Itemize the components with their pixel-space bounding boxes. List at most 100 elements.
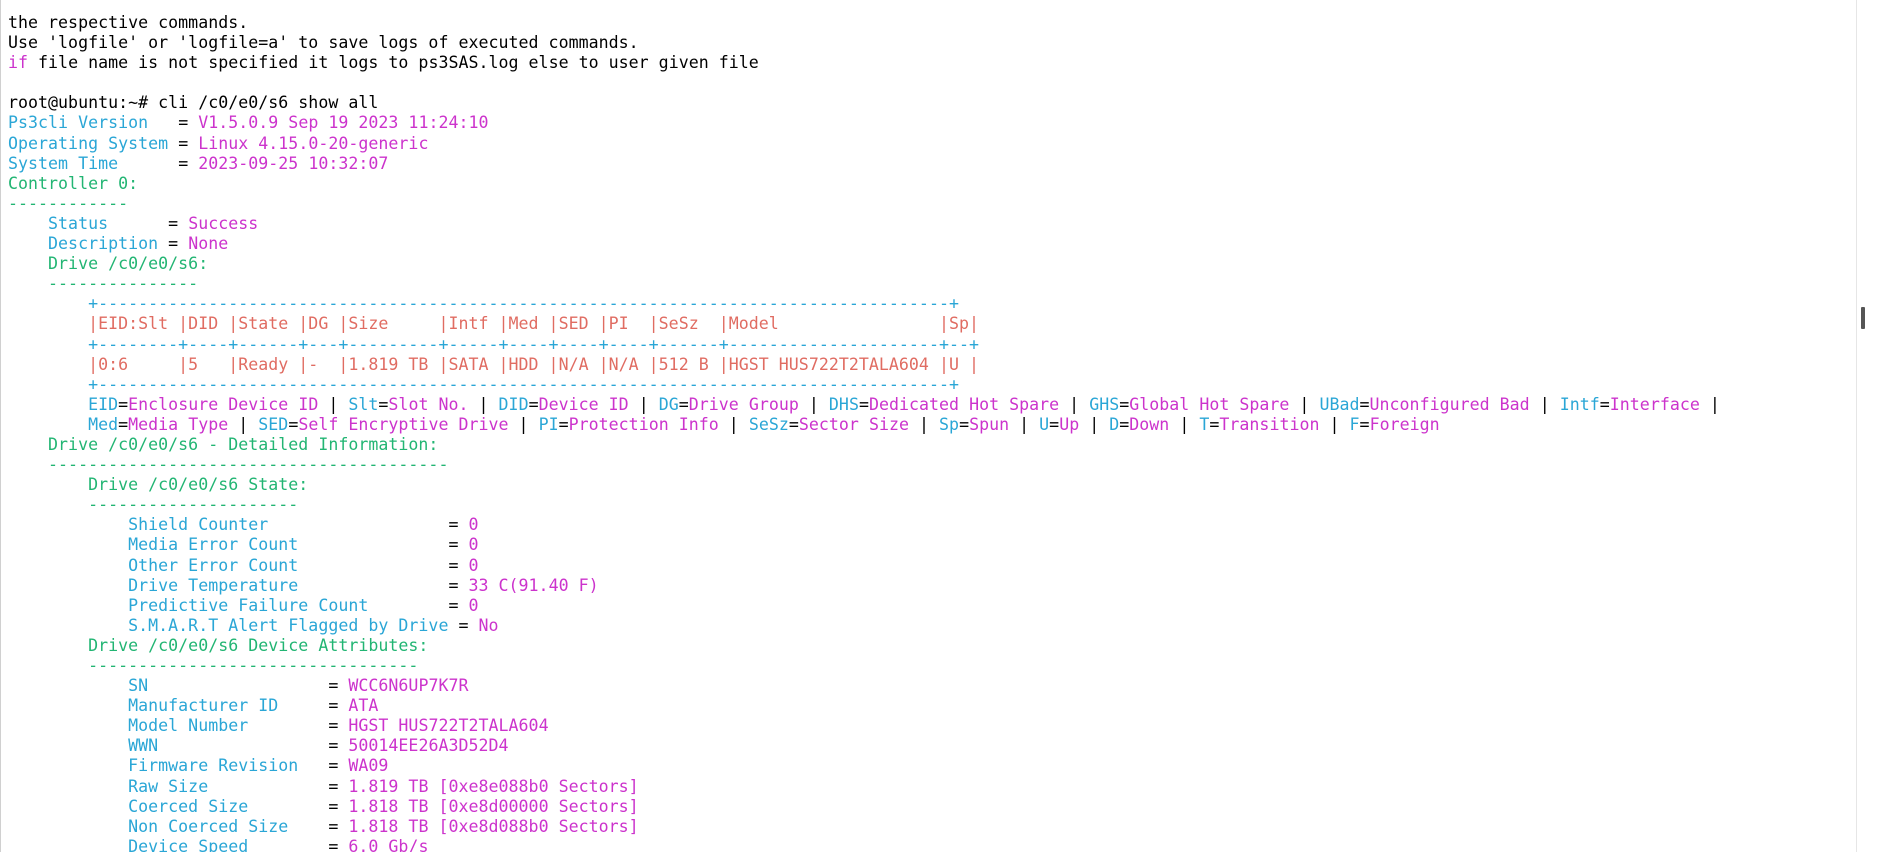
terminal-text-segment: SeSz bbox=[748, 414, 789, 434]
terminal-line: Model Number = HGST HUS722T2TALA604 bbox=[8, 716, 1720, 736]
terminal-text-segment: = bbox=[328, 716, 349, 736]
terminal-text-segment: = bbox=[328, 736, 349, 756]
terminal-text-segment: --------------------------------- bbox=[8, 656, 419, 675]
terminal-text-segment: = bbox=[178, 153, 199, 173]
terminal-line: |EID:Slt |DID |State |DG |Size |Intf |Me… bbox=[8, 314, 1720, 334]
terminal-text-segment: Other Error Count bbox=[8, 555, 449, 575]
terminal-line: Drive /c0/e0/s6 - Detailed Information: bbox=[8, 435, 1720, 455]
terminal-text-segment: 0 bbox=[468, 515, 479, 535]
terminal-line: Predictive Failure Count = 0 bbox=[8, 596, 1720, 616]
terminal-text-segment: = bbox=[458, 615, 479, 635]
terminal-text-segment: = bbox=[1359, 394, 1370, 414]
terminal-text-segment: | bbox=[1169, 414, 1200, 434]
terminal-text-segment: Drive Group bbox=[688, 394, 799, 414]
terminal-text-segment: | bbox=[1009, 414, 1040, 434]
terminal-line: S.M.A.R.T Alert Flagged by Drive = No bbox=[8, 616, 1720, 636]
terminal-text-segment: = bbox=[328, 776, 349, 796]
terminal-text-segment: V1.5.0.9 Sep 19 2023 11:24:10 bbox=[198, 113, 489, 133]
terminal-text-segment: Media Error Count bbox=[8, 535, 449, 555]
terminal-line: ------------ bbox=[8, 194, 1720, 214]
terminal-line: Controller 0: bbox=[8, 174, 1720, 194]
terminal-text-segment: = bbox=[178, 133, 199, 153]
terminal-text-segment: WWN bbox=[8, 736, 329, 756]
terminal-text-segment: = bbox=[788, 414, 799, 434]
terminal-line: root@ubuntu:~# cli /c0/e0/s6 show all bbox=[8, 93, 1720, 113]
terminal-text-segment: | bbox=[798, 394, 829, 414]
terminal-text-segment: 1.819 TB [0xe8e088b0 Sectors] bbox=[348, 776, 639, 796]
terminal-output: the respective commands. Use 'logfile' or… bbox=[8, 13, 1720, 852]
terminal-text-segment: | bbox=[508, 414, 539, 434]
terminal-text-segment: file name is not specified it logs to ps… bbox=[28, 53, 759, 73]
terminal-text-segment: Non Coerced Size bbox=[8, 816, 329, 836]
terminal-text-segment: = bbox=[448, 595, 469, 615]
terminal-text-segment: Down bbox=[1129, 414, 1170, 434]
terminal-text-segment: Controller 0: bbox=[8, 173, 139, 193]
terminal-text-segment: Drive Temperature bbox=[8, 575, 449, 595]
terminal-text-segment: Sector Size bbox=[798, 414, 909, 434]
terminal-text-segment: Unconfigured Bad bbox=[1369, 394, 1530, 414]
vertical-scrollbar[interactable] bbox=[1856, 0, 1869, 852]
terminal-text-segment: Drive /c0/e0/s6 Device Attributes: bbox=[8, 635, 429, 655]
terminal-text-segment: 2023-09-25 10:32:07 bbox=[198, 153, 389, 173]
terminal-text-segment: Operating System bbox=[8, 133, 179, 153]
terminal-text-segment: Drive /c0/e0/s6 State: bbox=[8, 475, 309, 495]
terminal-text-segment: = bbox=[528, 394, 539, 414]
terminal-text-segment: Description bbox=[8, 234, 169, 254]
terminal-text-segment: --------------------- bbox=[8, 495, 299, 515]
terminal-text-segment: +---------------------------------------… bbox=[8, 294, 959, 314]
terminal-text-segment: 0 bbox=[468, 555, 479, 575]
terminal-line: Media Error Count = 0 bbox=[8, 535, 1720, 555]
terminal-line: Drive Temperature = 33 C(91.40 F) bbox=[8, 576, 1720, 596]
terminal-text-segment: | bbox=[909, 414, 940, 434]
terminal-text-segment: | bbox=[468, 394, 499, 414]
scrollbar-thumb[interactable] bbox=[1861, 307, 1865, 329]
terminal-line: if file name is not specified it logs to… bbox=[8, 53, 1720, 73]
terminal-text-segment: Spun bbox=[969, 414, 1010, 434]
terminal-text-segment: = bbox=[448, 575, 469, 595]
terminal-text-segment: = bbox=[1049, 414, 1060, 434]
terminal-text-segment: 33 C(91.40 F) bbox=[468, 575, 599, 595]
terminal-text-segment: F bbox=[1349, 414, 1360, 434]
terminal-line: System Time = 2023-09-25 10:32:07 bbox=[8, 154, 1720, 174]
terminal-text-segment: Ps3cli Version bbox=[8, 113, 179, 133]
terminal-text-segment: = bbox=[1359, 414, 1370, 434]
terminal-text-segment: HGST HUS722T2TALA604 bbox=[348, 716, 549, 736]
terminal-line: --------------- bbox=[8, 274, 1720, 294]
terminal-text-segment: ------------ bbox=[8, 193, 129, 213]
terminal-text-segment: | bbox=[228, 414, 259, 434]
terminal-line: Raw Size = 1.819 TB [0xe8e088b0 Sectors] bbox=[8, 777, 1720, 797]
terminal-text-segment: Status bbox=[8, 213, 169, 233]
terminal-window[interactable]: the respective commands. Use 'logfile' or… bbox=[0, 0, 1869, 852]
terminal-text-segment: = bbox=[168, 234, 189, 254]
terminal-text-segment: | bbox=[318, 394, 349, 414]
terminal-text-segment: = bbox=[1119, 414, 1130, 434]
terminal-text-segment: if bbox=[8, 53, 29, 73]
terminal-line: Description = None bbox=[8, 234, 1720, 254]
terminal-text-segment: = bbox=[858, 394, 869, 414]
terminal-text-segment: 6.0 Gb/s bbox=[348, 836, 429, 852]
terminal-text-segment: Success bbox=[188, 213, 259, 233]
terminal-text-segment: 0 bbox=[468, 595, 479, 615]
terminal-text-segment: System Time bbox=[8, 153, 179, 173]
terminal-text-segment: Media Type bbox=[128, 414, 229, 434]
terminal-text-segment: 1.818 TB [0xe8d088b0 Sectors] bbox=[348, 816, 639, 836]
terminal-text-segment: = bbox=[448, 535, 469, 555]
terminal-text-segment: Up bbox=[1059, 414, 1080, 434]
terminal-text-segment: Slot No. bbox=[388, 394, 469, 414]
terminal-text-segment: DHS bbox=[828, 394, 859, 414]
terminal-line: Operating System = Linux 4.15.0-20-gener… bbox=[8, 134, 1720, 154]
terminal-text-segment: WCC6N6UP7K7R bbox=[348, 676, 469, 696]
terminal-line: +---------------------------------------… bbox=[8, 375, 1720, 395]
terminal-text-segment: +---------------------------------------… bbox=[8, 374, 959, 394]
terminal-text-segment: Self Encryptive Drive bbox=[298, 414, 509, 434]
terminal-text-segment: | bbox=[1529, 394, 1560, 414]
terminal-text-segment: T bbox=[1199, 414, 1210, 434]
terminal-text-segment: = bbox=[118, 414, 129, 434]
terminal-text-segment: = bbox=[118, 394, 129, 414]
terminal-text-segment: = bbox=[1209, 414, 1220, 434]
terminal-line: Drive /c0/e0/s6 State: bbox=[8, 475, 1720, 495]
terminal-line: Shield Counter = 0 bbox=[8, 515, 1720, 535]
terminal-line: Status = Success bbox=[8, 214, 1720, 234]
